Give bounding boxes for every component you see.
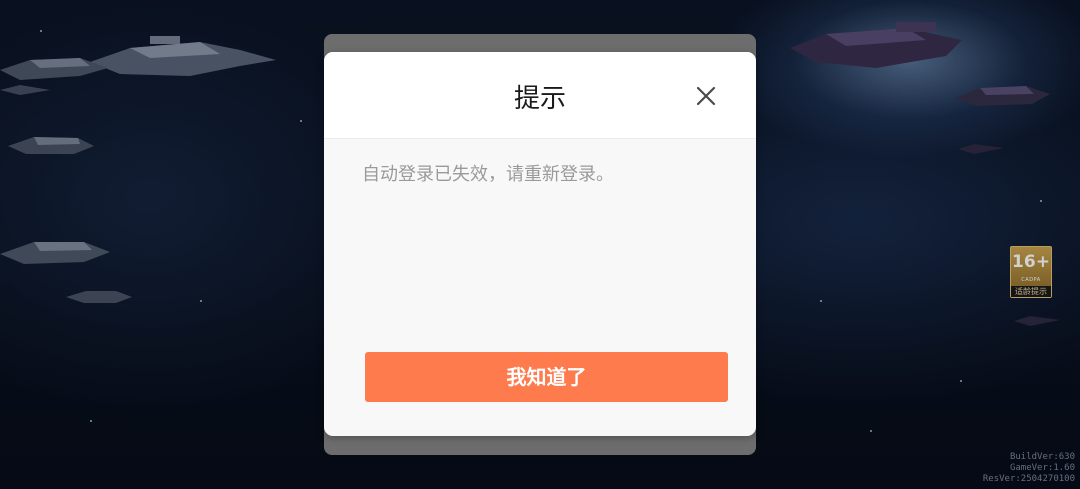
close-icon [696, 86, 716, 106]
notice-dialog: 提示 自动登录已失效，请重新登录。 我知道了 [324, 52, 756, 436]
confirm-button[interactable]: 我知道了 [365, 352, 728, 402]
dialog-header: 提示 [324, 52, 756, 139]
close-button[interactable] [692, 82, 720, 110]
game-background: 16+ CADPA 适龄提示 BuildVer:630 GameVer:1.60… [0, 0, 1080, 489]
dialog-message: 自动登录已失效，请重新登录。 [362, 164, 614, 185]
